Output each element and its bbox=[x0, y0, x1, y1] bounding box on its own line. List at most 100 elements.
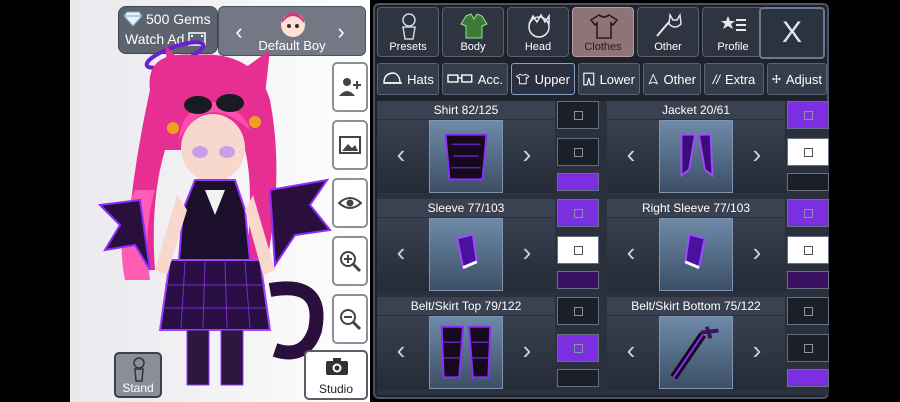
color-swatch[interactable] bbox=[787, 199, 829, 227]
color-swatch[interactable] bbox=[787, 369, 829, 387]
subtab-upper[interactable]: Upper bbox=[511, 63, 575, 95]
item-next-button[interactable]: › bbox=[747, 141, 767, 167]
swatch-check bbox=[574, 148, 583, 157]
right-sleeve-thumbnail-icon bbox=[684, 233, 706, 269]
color-swatch[interactable] bbox=[557, 199, 599, 227]
zoom-out-icon bbox=[340, 309, 362, 331]
item-prev-button[interactable]: ‹ bbox=[391, 239, 411, 265]
jacket-thumbnail-icon bbox=[680, 133, 714, 178]
color-swatch[interactable] bbox=[557, 173, 599, 191]
background-button[interactable] bbox=[332, 120, 368, 170]
color-swatch[interactable] bbox=[557, 297, 599, 325]
item-title: Sleeve 77/103 bbox=[377, 199, 555, 217]
subtab-other-label: Other bbox=[663, 71, 696, 87]
tab-presets[interactable]: Presets bbox=[377, 7, 439, 57]
item-thumbnail[interactable] bbox=[429, 218, 503, 291]
move-icon bbox=[772, 74, 781, 84]
camera-icon bbox=[326, 358, 348, 375]
item-thumbnail[interactable] bbox=[659, 316, 733, 389]
swatch-check bbox=[804, 344, 813, 353]
subtab-extra[interactable]: // Extra bbox=[704, 63, 764, 95]
subtab-accessories[interactable]: Acc. bbox=[442, 63, 508, 95]
image-icon bbox=[339, 136, 361, 154]
gems-label: 500 Gems bbox=[146, 11, 211, 27]
category-tabs: Presets Body Head Clothes Other Profile bbox=[377, 7, 767, 59]
add-character-button[interactable] bbox=[332, 62, 368, 112]
subcategory-tabs: Hats Acc. Upper Lower Other // Extra Adj… bbox=[377, 63, 827, 97]
subtab-hats[interactable]: Hats bbox=[377, 63, 439, 95]
swatch-check bbox=[574, 344, 583, 353]
color-swatch[interactable] bbox=[557, 101, 599, 129]
tab-head[interactable]: Head bbox=[507, 7, 569, 57]
cap-icon bbox=[383, 72, 403, 84]
item-prev-button[interactable]: ‹ bbox=[621, 239, 641, 265]
color-swatch[interactable] bbox=[557, 334, 599, 362]
item-next-button[interactable]: › bbox=[747, 337, 767, 363]
diamond-icon bbox=[123, 11, 143, 27]
color-swatch[interactable] bbox=[557, 271, 599, 289]
zoom-in-icon bbox=[340, 251, 362, 273]
subtab-hats-label: Hats bbox=[407, 71, 434, 87]
tab-other-label: Other bbox=[654, 41, 682, 53]
item-shirt: Shirt 82/125 ‹ › bbox=[377, 101, 599, 193]
tab-profile-label: Profile bbox=[717, 41, 749, 53]
item-thumbnail[interactable] bbox=[429, 316, 503, 389]
gems-counter[interactable]: 500 Gems bbox=[119, 7, 217, 31]
tab-presets-label: Presets bbox=[389, 41, 427, 53]
item-right-sleeve: Right Sleeve 77/103 ‹ › bbox=[607, 199, 829, 291]
color-swatch[interactable] bbox=[787, 334, 829, 362]
item-next-button[interactable]: › bbox=[747, 239, 767, 265]
cape-icon bbox=[648, 73, 659, 85]
star-list-icon bbox=[721, 16, 746, 31]
shirt-icon bbox=[516, 73, 530, 85]
item-prev-button[interactable]: ‹ bbox=[391, 141, 411, 167]
color-swatch[interactable] bbox=[787, 138, 829, 166]
color-swatch[interactable] bbox=[787, 297, 829, 325]
subtab-upper-label: Upper bbox=[534, 71, 570, 87]
swatch-check bbox=[574, 246, 583, 255]
subtab-adjust[interactable]: Adjust bbox=[767, 63, 827, 95]
sword-cat-icon bbox=[656, 12, 682, 37]
skirt-top-thumbnail-icon bbox=[440, 325, 492, 379]
item-title: Belt/Skirt Bottom 75/122 bbox=[607, 297, 785, 315]
item-jacket: Jacket 20/61 ‹ › bbox=[607, 101, 829, 193]
item-next-button[interactable]: › bbox=[517, 337, 537, 363]
character-stage: 500 Gems Watch Ad ‹ › Default Boy Stand … bbox=[70, 0, 370, 402]
zoom-in-button[interactable] bbox=[332, 236, 368, 286]
color-swatch[interactable] bbox=[557, 369, 599, 387]
pants-icon bbox=[583, 72, 595, 86]
person-icon bbox=[402, 13, 416, 40]
item-next-button[interactable]: › bbox=[517, 239, 537, 265]
color-swatch[interactable] bbox=[787, 101, 829, 129]
item-next-button[interactable]: › bbox=[517, 141, 537, 167]
zoom-out-button[interactable] bbox=[332, 294, 368, 344]
stand-button[interactable]: Stand bbox=[114, 352, 162, 398]
stand-label: Stand bbox=[122, 381, 154, 395]
tab-clothes-label: Clothes bbox=[584, 41, 622, 53]
subtab-lower[interactable]: Lower bbox=[578, 63, 640, 95]
tab-body[interactable]: Body bbox=[442, 7, 504, 57]
tab-profile[interactable]: Profile bbox=[702, 7, 764, 57]
tab-other[interactable]: Other bbox=[637, 7, 699, 57]
swatch-check bbox=[804, 209, 813, 218]
color-swatch[interactable] bbox=[557, 236, 599, 264]
item-thumbnail[interactable] bbox=[659, 218, 733, 291]
color-swatch[interactable] bbox=[787, 236, 829, 264]
item-thumbnail[interactable] bbox=[659, 120, 733, 193]
head-icon bbox=[528, 13, 550, 38]
color-swatch[interactable] bbox=[787, 271, 829, 289]
tab-clothes[interactable]: Clothes bbox=[572, 7, 634, 57]
studio-button[interactable]: Studio bbox=[304, 350, 368, 400]
subtab-other[interactable]: Other bbox=[643, 63, 701, 95]
color-swatch[interactable] bbox=[557, 138, 599, 166]
item-prev-button[interactable]: ‹ bbox=[621, 337, 641, 363]
color-swatch[interactable] bbox=[787, 173, 829, 191]
close-button[interactable]: X bbox=[759, 7, 825, 59]
visibility-button[interactable] bbox=[332, 178, 368, 228]
item-prev-button[interactable]: ‹ bbox=[621, 141, 641, 167]
item-prev-button[interactable]: ‹ bbox=[391, 337, 411, 363]
item-belt-skirt-top: Belt/Skirt Top 79/122 ‹ › bbox=[377, 297, 599, 389]
studio-label: Studio bbox=[318, 382, 354, 396]
item-thumbnail[interactable] bbox=[429, 120, 503, 193]
glasses-icon bbox=[447, 74, 473, 83]
